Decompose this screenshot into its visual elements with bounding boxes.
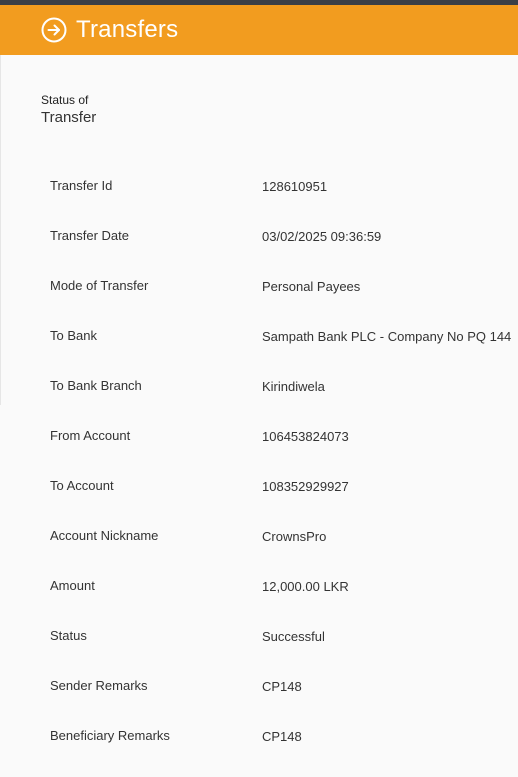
detail-row-beneficiary-remarks: Beneficiary Remarks CP148 xyxy=(0,710,518,760)
detail-row-mode-of-transfer: Mode of Transfer Personal Payees xyxy=(0,260,518,310)
detail-value: 106453824073 xyxy=(262,429,349,444)
detail-label: From Account xyxy=(50,428,131,443)
detail-value: Successful xyxy=(262,629,325,644)
detail-label: Status xyxy=(50,628,87,643)
detail-value: Kirindiwela xyxy=(262,379,325,394)
detail-row-sender-remarks: Sender Remarks CP148 xyxy=(0,660,518,710)
detail-value: CP148 xyxy=(262,729,302,744)
detail-label: To Bank Branch xyxy=(50,378,142,393)
section-title-big: Transfer xyxy=(41,109,97,126)
detail-row-to-account: To Account 108352929927 xyxy=(0,460,518,510)
detail-row-transfer-id: Transfer Id 128610951 xyxy=(0,160,518,210)
detail-row-transfer-date: Transfer Date 03/02/2025 09:36:59 xyxy=(0,210,518,260)
detail-row-to-bank: To Bank Sampath Bank PLC - Company No PQ… xyxy=(0,310,518,360)
detail-label: Mode of Transfer xyxy=(50,278,149,293)
detail-value: Sampath Bank PLC - Company No PQ 144 xyxy=(262,329,512,344)
detail-label: Transfer Id xyxy=(50,178,113,193)
detail-label: Account Nickname xyxy=(50,528,159,543)
page-title: Transfers xyxy=(76,16,179,43)
detail-label: Beneficiary Remarks xyxy=(50,728,170,743)
section-title-small: Status of xyxy=(41,93,89,107)
detail-value: 12,000.00 LKR xyxy=(262,579,349,594)
arrow-right-circle-icon[interactable] xyxy=(41,17,67,43)
detail-row-status: Status Successful xyxy=(0,610,518,660)
transfer-details: Transfer Id 128610951 Transfer Date 03/0… xyxy=(0,160,518,760)
detail-value: Personal Payees xyxy=(262,279,361,294)
detail-row-amount: Amount 12,000.00 LKR xyxy=(0,560,518,610)
detail-row-from-account: From Account 106453824073 xyxy=(0,410,518,460)
detail-row-to-bank-branch: To Bank Branch Kirindiwela xyxy=(0,360,518,410)
detail-value: 108352929927 xyxy=(262,479,349,494)
header-bar: Transfers xyxy=(0,5,518,55)
detail-label: To Account xyxy=(50,478,114,493)
detail-value: CP148 xyxy=(262,679,302,694)
detail-label: Amount xyxy=(50,578,95,593)
section-title: Status of Transfer xyxy=(41,94,96,125)
detail-label: Transfer Date xyxy=(50,228,129,243)
detail-value: 03/02/2025 09:36:59 xyxy=(262,229,382,244)
detail-row-account-nickname: Account Nickname CrownsPro xyxy=(0,510,518,560)
detail-value: 128610951 xyxy=(262,179,328,194)
detail-label: To Bank xyxy=(50,328,97,343)
detail-label: Sender Remarks xyxy=(50,678,148,693)
detail-value: CrownsPro xyxy=(262,529,327,544)
